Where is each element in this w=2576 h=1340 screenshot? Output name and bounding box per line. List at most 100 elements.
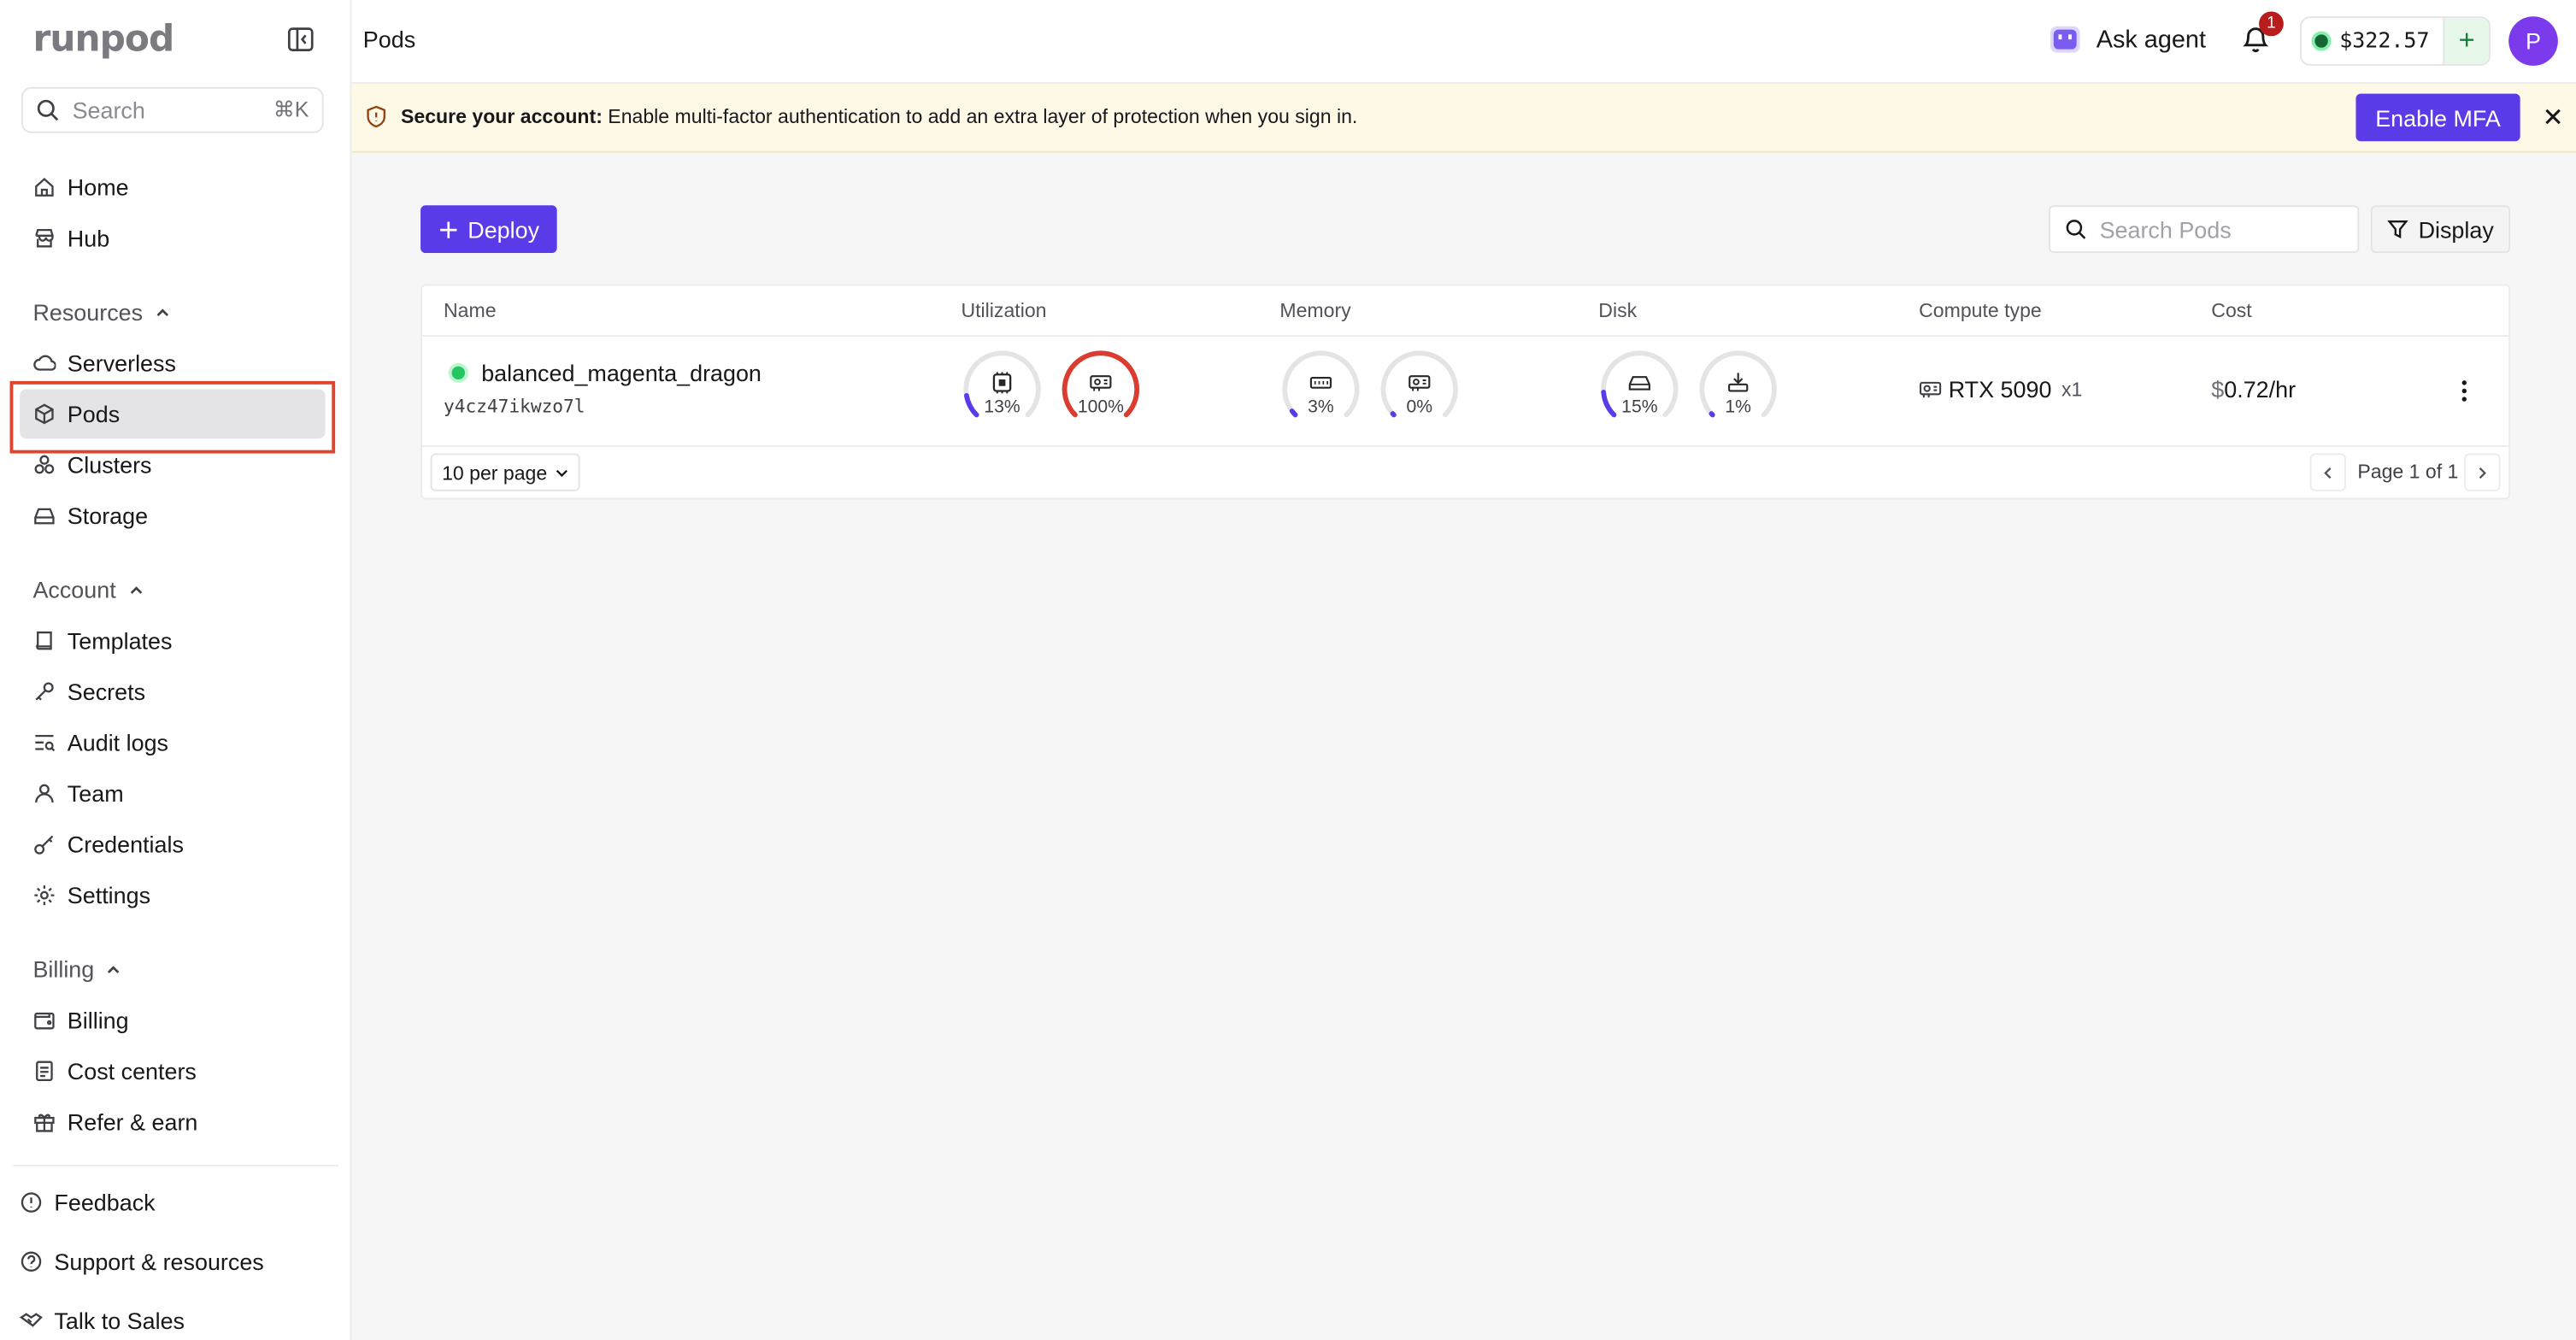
chevron-down-icon	[556, 468, 568, 477]
column-header-utilization[interactable]: Utilization	[961, 299, 1046, 322]
compute-count: x1	[2061, 378, 2083, 402]
chevron-right-icon	[2479, 467, 2486, 479]
book-icon	[32, 629, 56, 652]
avatar[interactable]: P	[2508, 16, 2558, 66]
banner-bold: Secure your account:	[401, 105, 603, 128]
receipt-icon	[32, 1060, 56, 1083]
column-header-compute-type[interactable]: Compute type	[1919, 299, 2042, 322]
chevron-left-icon	[2324, 467, 2332, 479]
cluster-icon	[32, 454, 56, 477]
page-info: Page 1 of 1	[2357, 460, 2459, 484]
sidebar-item-refer-earn[interactable]: Refer & earn	[20, 1097, 326, 1147]
sidebar-item-home[interactable]: Home	[20, 162, 326, 212]
row-divider	[422, 444, 2509, 447]
sidebar-collapse-icon[interactable]	[285, 25, 315, 55]
banner-message: Enable multi-factor authentication to ad…	[608, 105, 1358, 128]
utilization-gauge-label: 100%	[1077, 397, 1124, 418]
sidebar-item-label: Settings	[67, 882, 151, 908]
search-icon	[37, 99, 59, 121]
mfa-banner: Secure your account: Enable multi-factor…	[351, 84, 2576, 153]
column-header-name[interactable]: Name	[444, 299, 497, 322]
gear-icon	[32, 884, 56, 907]
sidebar-item-label: Storage	[67, 502, 149, 529]
memory-gauge	[1282, 350, 1360, 418]
sidebar-item-secrets[interactable]: Secrets	[20, 667, 326, 716]
cpu-icon	[992, 372, 1012, 394]
section-title: Billing	[32, 955, 95, 983]
compute-type: RTX 5090 x1	[1919, 376, 2082, 403]
sidebar-item-billing[interactable]: Billing	[20, 996, 326, 1045]
sidebar-item-templates[interactable]: Templates	[20, 616, 326, 666]
next-page-button[interactable]	[2464, 453, 2501, 491]
sidebar-item-hub[interactable]: Hub	[20, 214, 326, 263]
sidebar-item-settings[interactable]: Settings	[20, 871, 326, 920]
status-indicator	[448, 362, 468, 383]
cloud-icon	[32, 351, 56, 374]
handshake-icon	[20, 1309, 43, 1332]
sidebar-item-credentials[interactable]: Credentials	[20, 820, 326, 869]
add-funds-button[interactable]: +	[2443, 18, 2490, 64]
gift-icon	[32, 1110, 56, 1133]
close-icon[interactable]	[2542, 105, 2565, 128]
section-account[interactable]: Account	[32, 576, 145, 603]
section-billing[interactable]: Billing	[32, 955, 123, 983]
utilization-gauge	[1062, 350, 1140, 418]
sidebar-item-label: Refer & earn	[67, 1108, 198, 1136]
ram-icon	[1309, 377, 1332, 389]
section-resources[interactable]: Resources	[32, 299, 172, 326]
sidebar-search-input[interactable]: Search ⌘K	[21, 86, 324, 133]
sidebar: runpod Search ⌘K Home Hub Resources Serv…	[0, 0, 352, 1340]
sidebar-item-audit-logs[interactable]: Audit logs	[20, 718, 326, 767]
balance-display[interactable]: $322.57 +	[2300, 16, 2491, 66]
prev-page-button[interactable]	[2309, 453, 2346, 491]
ask-agent-label: Ask agent	[2096, 25, 2206, 54]
page-title: Pods	[362, 26, 416, 53]
chevron-up-icon	[130, 586, 142, 594]
talk-to-sales-link[interactable]: Talk to Sales	[20, 1308, 185, 1334]
support-link[interactable]: Support & resources	[20, 1249, 264, 1275]
per-page-label: 10 per page	[442, 461, 548, 485]
sidebar-item-label: Credentials	[67, 831, 184, 858]
sidebar-divider	[13, 1164, 338, 1167]
display-button[interactable]: Display	[2370, 205, 2511, 254]
sidebar-item-label: Audit logs	[67, 729, 168, 756]
feedback-icon	[20, 1191, 43, 1214]
compute-label: RTX 5090	[1948, 376, 2052, 403]
search-icon	[2066, 220, 2086, 239]
deploy-button[interactable]: Deploy	[421, 205, 557, 254]
sidebar-item-label: Hub	[67, 225, 110, 252]
feedback-link[interactable]: Feedback	[20, 1190, 156, 1215]
balance-status-dot	[2311, 31, 2332, 51]
sidebar-item-label: Home	[67, 173, 129, 201]
sidebar-item-label: Billing	[67, 1007, 129, 1034]
pod-id: y4cz47ikwzo7l	[443, 396, 585, 418]
memory-gauge-label: 0%	[1406, 397, 1433, 418]
section-title: Resources	[32, 298, 144, 326]
search-shortcut: ⌘K	[273, 97, 309, 122]
sidebar-item-storage[interactable]: Storage	[20, 491, 326, 541]
runpod-logo[interactable]: runpod	[32, 20, 174, 61]
pod-name[interactable]: balanced_magenta_dragon	[481, 360, 762, 386]
pods-search-input[interactable]: Search Pods	[2048, 205, 2360, 254]
section-title: Account	[32, 576, 116, 603]
talk-to-sales-label: Talk to Sales	[54, 1308, 185, 1334]
pod-cost: $0.72/hr	[2211, 376, 2296, 403]
sidebar-item-cost-centers[interactable]: Cost centers	[20, 1046, 326, 1096]
pods-search-placeholder: Search Pods	[2099, 215, 2232, 243]
sidebar-item-team[interactable]: Team	[20, 769, 326, 819]
enable-mfa-button[interactable]: Enable MFA	[2355, 93, 2520, 142]
gpu-icon	[1090, 375, 1112, 391]
utilization-gauge	[963, 350, 1041, 418]
per-page-select[interactable]: 10 per page	[430, 453, 580, 491]
credential-key-icon	[32, 833, 56, 856]
sidebar-item-label: Serverless	[67, 350, 176, 377]
ask-agent-button[interactable]: Ask agent	[2047, 23, 2206, 56]
sidebar-item-label: Secrets	[67, 678, 146, 705]
column-header-memory[interactable]: Memory	[1279, 299, 1350, 322]
more-options-icon[interactable]	[2456, 378, 2473, 404]
volume-icon	[1728, 373, 1749, 392]
disk-icon	[1628, 376, 1650, 391]
search-placeholder: Search	[72, 97, 145, 124]
column-header-cost[interactable]: Cost	[2211, 299, 2251, 322]
column-header-disk[interactable]: Disk	[1598, 299, 1637, 322]
